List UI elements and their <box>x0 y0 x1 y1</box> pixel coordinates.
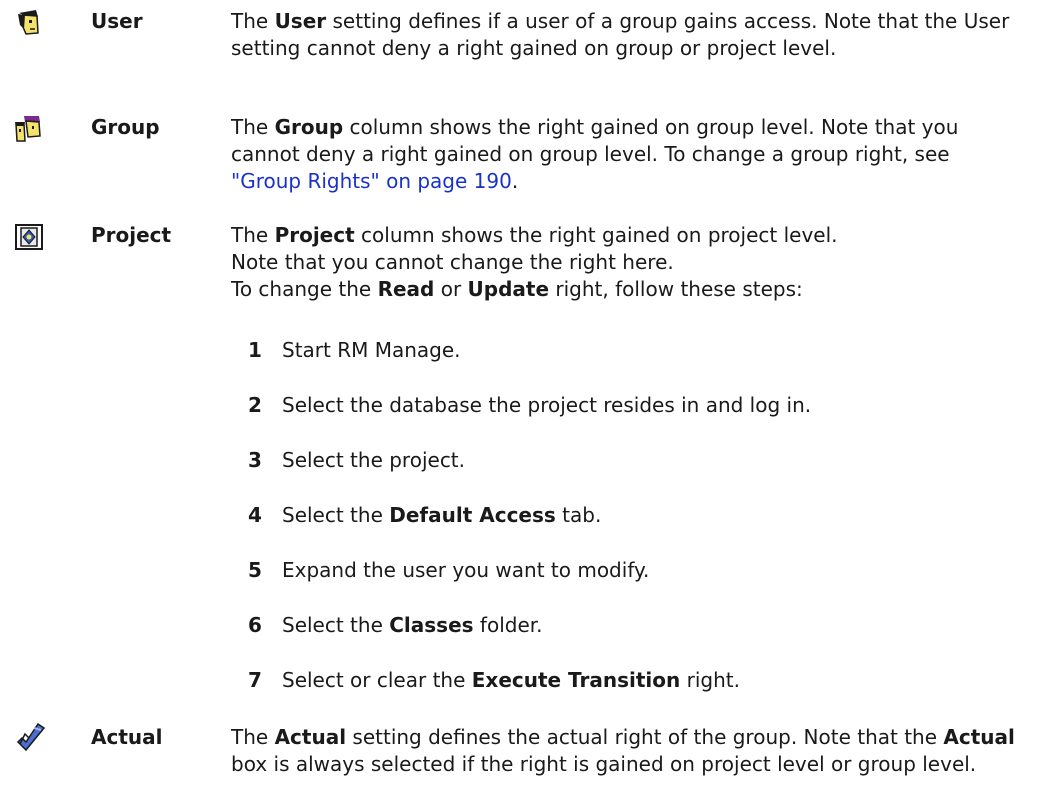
term-actual: Actual <box>91 725 163 749</box>
desc-group: The Group column shows the right gained … <box>231 115 959 193</box>
term-user: User <box>91 9 143 33</box>
group-rights-link[interactable]: "Group Rights" on page 190 <box>231 169 512 193</box>
desc-project: The Project column shows the right gaine… <box>231 223 838 301</box>
group-heads-icon <box>14 114 44 144</box>
desc-user: The User setting defines if a user of a … <box>231 9 1010 60</box>
desc-actual: The Actual setting defines the actual ri… <box>231 725 1015 776</box>
term-project: Project <box>91 223 172 247</box>
project-diamond-icon <box>14 222 44 252</box>
user-head-icon <box>14 7 44 37</box>
term-group: Group <box>91 115 160 139</box>
actual-checkmark-icon <box>14 722 46 752</box>
